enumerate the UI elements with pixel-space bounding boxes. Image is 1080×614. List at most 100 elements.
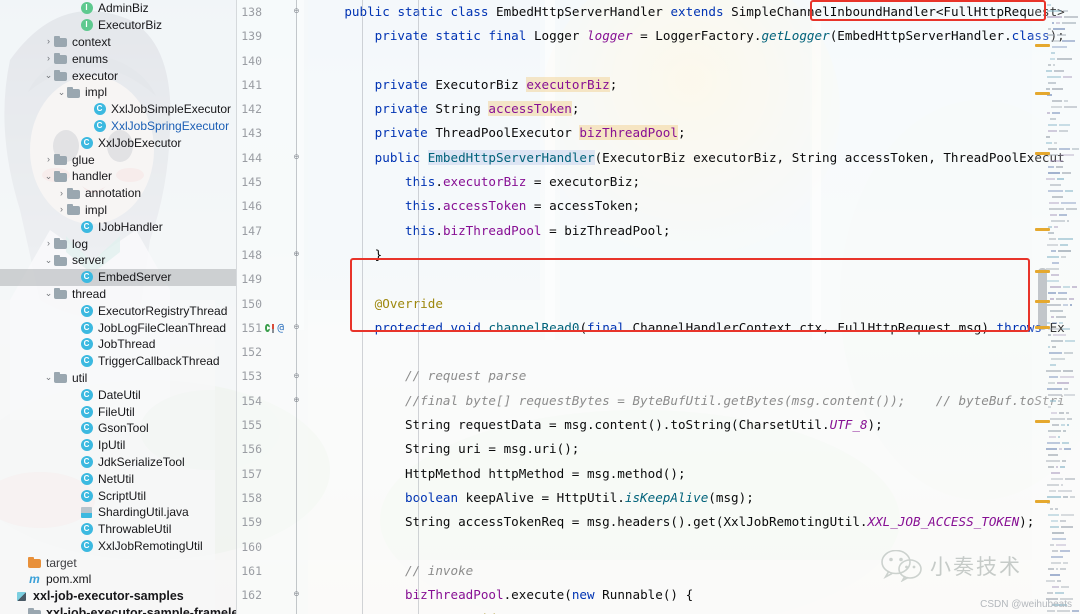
tree-item-xxl-job-executor-sample-frameless[interactable]: ›xxl-job-executor-sample-frameless: [0, 605, 236, 614]
gutter-line-150[interactable]: 150: [236, 292, 308, 316]
chevron-right-icon[interactable]: ›: [43, 239, 54, 248]
gutter-line-154[interactable]: 154⊕: [236, 389, 308, 413]
gutter-line-159[interactable]: 159: [236, 510, 308, 534]
tree-item-enums[interactable]: ›enums: [0, 50, 236, 67]
gutter-line-146[interactable]: 146: [236, 194, 308, 218]
code-line-146[interactable]: this.accessToken = accessToken;: [308, 194, 1080, 218]
fold-collapse-icon[interactable]: ⊖: [291, 590, 302, 601]
code-line-145[interactable]: this.executorBiz = executorBiz;: [308, 170, 1080, 194]
project-tree-sidebar[interactable]: ›AdminBiz›ExecutorBiz›context›enums⌄exec…: [0, 0, 236, 614]
gutter-line-160[interactable]: 160: [236, 535, 308, 559]
tree-item-executorbiz[interactable]: ›ExecutorBiz: [0, 17, 236, 34]
tree-item-glue[interactable]: ›glue: [0, 151, 236, 168]
tree-item-embedserver[interactable]: ›EmbedServer: [0, 269, 236, 286]
run-gutter-icon[interactable]: [265, 324, 270, 332]
code-line-140[interactable]: [308, 49, 1080, 73]
scrollbar-thumb[interactable]: [1038, 268, 1047, 330]
chevron-down-icon[interactable]: ⌄: [43, 289, 54, 298]
tree-item-adminbiz[interactable]: ›AdminBiz: [0, 0, 236, 17]
code-line-138[interactable]: public static class EmbedHttpServerHandl…: [308, 0, 1080, 24]
gutter-line-163[interactable]: 163: [236, 607, 308, 614]
tree-item-annotation[interactable]: ›annotation: [0, 185, 236, 202]
tree-item-executor[interactable]: ⌄executor: [0, 67, 236, 84]
tree-item-shardingutil-java[interactable]: ›ShardingUtil.java: [0, 504, 236, 521]
tree-item-context[interactable]: ›context: [0, 34, 236, 51]
tree-item-gsontool[interactable]: ›GsonTool: [0, 420, 236, 437]
editor-gutter[interactable]: 138⊖139140141142143144⊖145146147148⊕1491…: [236, 0, 308, 614]
chevron-right-icon[interactable]: ›: [43, 54, 54, 63]
gutter-line-144[interactable]: 144⊖: [236, 146, 308, 170]
tree-item-executorregistrythread[interactable]: ›ExecutorRegistryThread: [0, 302, 236, 319]
code-line-159[interactable]: String accessTokenReq = msg.headers().ge…: [308, 510, 1080, 534]
code-line-143[interactable]: private ThreadPoolExecutor bizThreadPool…: [308, 121, 1080, 145]
tree-item-xxljobspringexecutor[interactable]: ›XxlJobSpringExecutor: [0, 118, 236, 135]
gutter-line-145[interactable]: 145: [236, 170, 308, 194]
project-tree[interactable]: ›AdminBiz›ExecutorBiz›context›enums⌄exec…: [0, 0, 236, 614]
chevron-down-icon[interactable]: ⌄: [43, 172, 54, 181]
tree-item-iputil[interactable]: ›IpUtil: [0, 437, 236, 454]
code-line-162[interactable]: bizThreadPool.execute(new Runnable() {: [308, 583, 1080, 607]
code-line-142[interactable]: private String accessToken;: [308, 97, 1080, 121]
fold-collapse-icon[interactable]: ⊖: [291, 371, 302, 382]
tree-item-netutil[interactable]: ›NetUtil: [0, 470, 236, 487]
chevron-right-icon[interactable]: ›: [43, 37, 54, 46]
code-line-156[interactable]: String uri = msg.uri();: [308, 437, 1080, 461]
gutter-line-156[interactable]: 156: [236, 437, 308, 461]
tree-item-jobthread[interactable]: ›JobThread: [0, 336, 236, 353]
chevron-down-icon[interactable]: ⌄: [43, 71, 54, 80]
code-line-150[interactable]: @Override: [308, 292, 1080, 316]
code-line-157[interactable]: HttpMethod httpMethod = msg.method();: [308, 462, 1080, 486]
fold-collapse-icon[interactable]: ⊖: [291, 152, 302, 163]
gutter-line-161[interactable]: 161: [236, 559, 308, 583]
tree-item-server[interactable]: ⌄server: [0, 252, 236, 269]
gutter-line-153[interactable]: 153⊖: [236, 364, 308, 388]
tree-item-thread[interactable]: ⌄thread: [0, 286, 236, 303]
tree-item-xxljobexecutor[interactable]: ›XxlJobExecutor: [0, 134, 236, 151]
tree-item-util[interactable]: ⌄util: [0, 370, 236, 387]
tree-item-impl[interactable]: ⌄impl: [0, 84, 236, 101]
gutter-line-140[interactable]: 140: [236, 49, 308, 73]
editor-scroll-column[interactable]: [1032, 0, 1080, 614]
code-line-148[interactable]: }: [308, 243, 1080, 267]
tree-item-fileutil[interactable]: ›FileUtil: [0, 403, 236, 420]
code-line-154[interactable]: //final byte[] requestBytes = ByteBufUti…: [308, 389, 1080, 413]
code-line-153[interactable]: // request parse: [308, 364, 1080, 388]
tree-item-triggercallbackthread[interactable]: ›TriggerCallbackThread: [0, 353, 236, 370]
code-line-149[interactable]: [308, 267, 1080, 291]
gutter-line-149[interactable]: 149: [236, 267, 308, 291]
gutter-line-143[interactable]: 143: [236, 121, 308, 145]
gutter-markers[interactable]: @: [262, 316, 284, 340]
chevron-down-icon[interactable]: ⌄: [43, 256, 54, 265]
gutter-line-151[interactable]: 151@⊖: [236, 316, 308, 340]
code-line-155[interactable]: String requestData = msg.content().toStr…: [308, 413, 1080, 437]
gutter-line-152[interactable]: 152: [236, 340, 308, 364]
gutter-line-157[interactable]: 157: [236, 462, 308, 486]
tree-item-scriptutil[interactable]: ›ScriptUtil: [0, 487, 236, 504]
gutter-line-139[interactable]: 139: [236, 24, 308, 48]
tree-item-jdkserializetool[interactable]: ›JdkSerializeTool: [0, 454, 236, 471]
gutter-line-142[interactable]: 142: [236, 97, 308, 121]
tree-item-xxl-job-executor-samples[interactable]: ›xxl-job-executor-samples: [0, 588, 236, 605]
tree-item-ijobhandler[interactable]: ›IJobHandler: [0, 218, 236, 235]
gutter-line-162[interactable]: 162⊖: [236, 583, 308, 607]
chevron-right-icon[interactable]: ›: [56, 205, 67, 214]
fold-expand-icon[interactable]: ⊕: [291, 250, 302, 261]
code-line-152[interactable]: [308, 340, 1080, 364]
code-line-151[interactable]: protected void channelRead0(final Channe…: [308, 316, 1080, 340]
chevron-down-icon[interactable]: ⌄: [43, 373, 54, 382]
code-line-163[interactable]: @Override: [308, 607, 1080, 614]
tree-item-joblogfilecleanthread[interactable]: ›JobLogFileCleanThread: [0, 319, 236, 336]
tree-item-xxljobremotingutil[interactable]: ›XxlJobRemotingUtil: [0, 538, 236, 555]
fold-collapse-icon[interactable]: ⊖: [291, 7, 302, 18]
chevron-down-icon[interactable]: ⌄: [56, 88, 67, 97]
gutter-line-147[interactable]: 147: [236, 219, 308, 243]
gutter-line-138[interactable]: 138⊖: [236, 0, 308, 24]
code-content-area[interactable]: public static class EmbedHttpServerHandl…: [308, 0, 1080, 614]
code-editor[interactable]: 138⊖139140141142143144⊖145146147148⊕1491…: [236, 0, 1080, 614]
tree-item-log[interactable]: ›log: [0, 235, 236, 252]
code-line-139[interactable]: private static final Logger logger = Log…: [308, 24, 1080, 48]
code-line-144[interactable]: public EmbedHttpServerHandler(ExecutorBi…: [308, 146, 1080, 170]
tree-item-dateutil[interactable]: ›DateUtil: [0, 386, 236, 403]
gutter-line-148[interactable]: 148⊕: [236, 243, 308, 267]
tree-item-pom-xml[interactable]: ›pom.xml: [0, 571, 236, 588]
